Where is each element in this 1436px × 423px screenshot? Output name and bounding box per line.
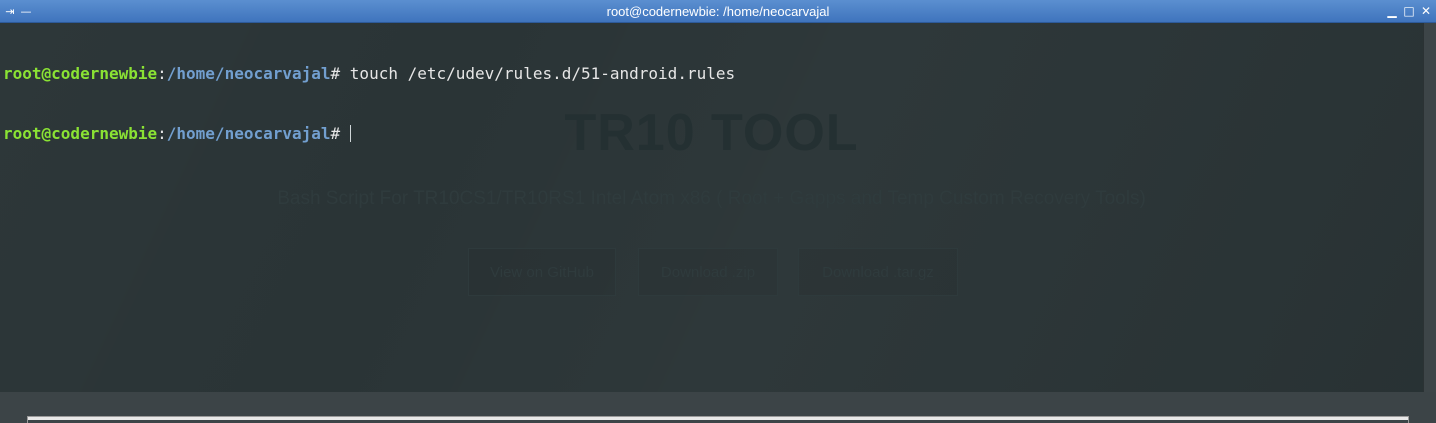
prompt-path: /home/neocarvajal [166, 64, 331, 83]
wallpaper-targz-button: Download .tar.gz [798, 248, 958, 296]
prompt-separator: : [157, 64, 167, 83]
window-title: root@codernewbie: /home/neocarvajal [606, 4, 830, 19]
title-bar[interactable]: ⇥ — root@codernewbie: /home/neocarvajal … [0, 0, 1436, 23]
prompt-separator: : [157, 124, 167, 143]
terminal-area[interactable]: TR10 TOOL Bash Script For TR10CS1/TR10RS… [0, 23, 1423, 392]
wallpaper-github-button: View on GitHub [468, 248, 616, 296]
prompt-symbol: # [330, 64, 350, 83]
minimize-button[interactable]: ▁ [1384, 3, 1400, 20]
bottom-bar-divider-right [1408, 416, 1409, 423]
window-controls: ▁ □ ✕ [1384, 3, 1434, 20]
terminal-output: root@codernewbie:/home/neocarvajal# touc… [3, 24, 735, 184]
terminal-line: root@codernewbie:/home/neocarvajal# touc… [3, 64, 735, 84]
terminal-window: ⇥ — root@codernewbie: /home/neocarvajal … [0, 0, 1436, 423]
prompt-symbol: # [330, 124, 341, 143]
bottom-bar [0, 392, 1436, 423]
wallpaper-subtitle: Bash Script For TR10CS1/TR10RS1 Intel At… [277, 188, 1146, 209]
wallpaper-zip-button: Download .zip [638, 248, 778, 296]
prompt-user: root@codernewbie [3, 124, 158, 143]
maximize-button[interactable]: □ [1401, 3, 1417, 20]
close-button[interactable]: ✕ [1418, 3, 1434, 20]
text-cursor [350, 125, 352, 142]
prompt-user: root@codernewbie [3, 64, 158, 83]
prompt-path: /home/neocarvajal [166, 124, 331, 143]
bottom-bar-track [28, 416, 1408, 420]
terminal-line: root@codernewbie:/home/neocarvajal# [3, 124, 735, 144]
vertical-scrollbar[interactable] [1423, 23, 1436, 392]
command-text: touch /etc/udev/rules.d/51-android.rules [349, 64, 736, 83]
